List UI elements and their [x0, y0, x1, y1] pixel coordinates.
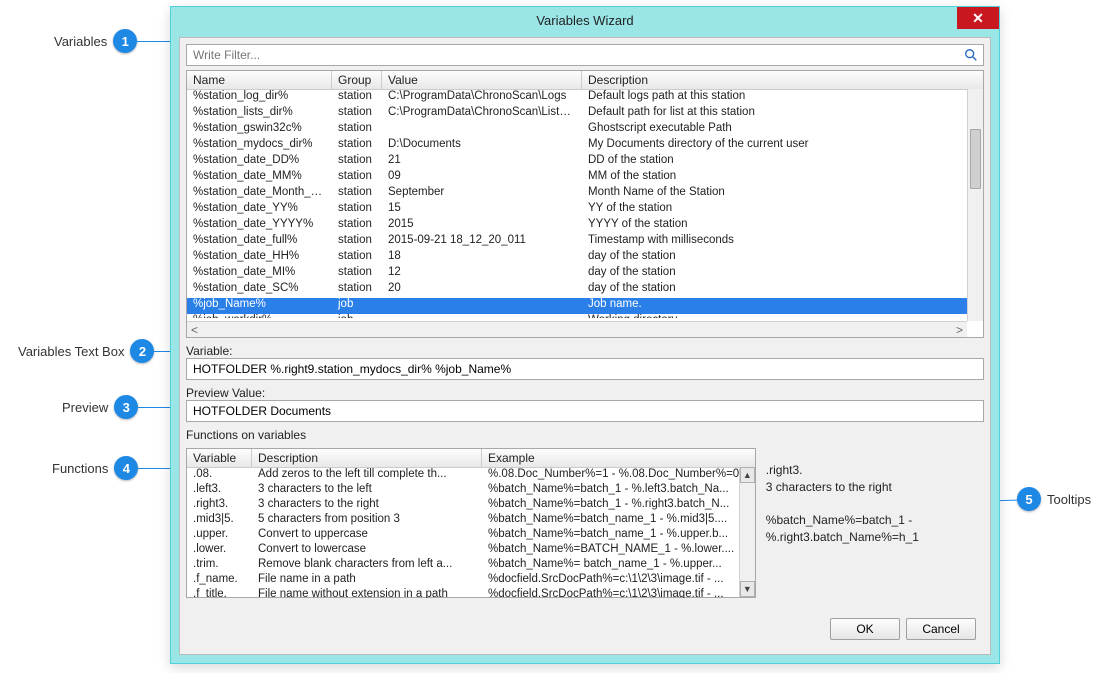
callout-textbox: Variables Text Box 2 [18, 339, 154, 363]
table-row[interactable]: .left3.3 characters to the left%batch_Na… [187, 483, 755, 498]
variable-label: Variable: [186, 344, 984, 358]
table-row[interactable]: .right3.3 characters to the right%batch_… [187, 498, 755, 513]
table-row[interactable]: .f_title.File name without extension in … [187, 588, 755, 598]
table-row[interactable]: .mid3|5.5 characters from position 3%bat… [187, 513, 755, 528]
callout-tooltips: Tooltips 5 [1017, 487, 1091, 511]
col-name[interactable]: Name [187, 71, 332, 89]
table-row[interactable]: %station_date_full%station2015-09-21 18_… [187, 234, 983, 250]
grid-body: %station_log_dir%stationC:\ProgramData\C… [187, 90, 983, 318]
tooltip-box: .right3. 3 characters to the right %batc… [766, 462, 919, 546]
functions-scrollbar[interactable]: ▲ ▼ [739, 467, 755, 597]
table-row[interactable]: %station_date_HH%station18day of the sta… [187, 250, 983, 266]
filter-box [186, 44, 984, 66]
close-button[interactable]: ✕ [957, 7, 999, 29]
table-row[interactable]: .f_name.File name in a path%docfield.Src… [187, 573, 755, 588]
scroll-down-icon[interactable]: ▼ [740, 581, 755, 597]
functions-grid[interactable]: Variable Description Example .08.Add zer… [186, 448, 756, 598]
table-row[interactable]: %station_lists_dir%stationC:\ProgramData… [187, 106, 983, 122]
functions-grid-body: .08.Add zeros to the left till complete … [187, 468, 755, 598]
tooltip-ex2: %.right3.batch_Name%=h_1 [766, 529, 919, 546]
table-row[interactable]: %station_log_dir%stationC:\ProgramData\C… [187, 90, 983, 106]
horizontal-scrollbar[interactable]: < > [187, 321, 967, 337]
col-description[interactable]: Description [582, 71, 983, 89]
tooltip-title: .right3. [766, 462, 919, 479]
callout-functions: Functions 4 [52, 456, 138, 480]
table-row[interactable]: %station_date_YYYY%station2015YYYY of th… [187, 218, 983, 234]
table-row[interactable]: %station_gswin32c%stationGhostscript exe… [187, 122, 983, 138]
table-row[interactable]: %station_date_MM%station09MM of the stat… [187, 170, 983, 186]
button-row: OK Cancel [830, 618, 976, 640]
scroll-left-icon[interactable]: < [191, 323, 198, 337]
table-row[interactable]: %job_Name%jobJob name. [187, 298, 983, 314]
table-row[interactable]: %station_date_MI%station12day of the sta… [187, 266, 983, 282]
callout-variables: Variables 1 [54, 29, 137, 53]
grid-header: Name Group Value Description [187, 71, 983, 90]
scroll-right-icon[interactable]: > [956, 323, 963, 337]
dialog-window: Variables Wizard ✕ Name Group Value Desc… [170, 6, 1000, 664]
titlebar: Variables Wizard ✕ [171, 7, 999, 33]
fcol-description[interactable]: Description [252, 449, 482, 467]
window-title: Variables Wizard [171, 13, 999, 28]
table-row[interactable]: %station_date_SC%station20day of the sta… [187, 282, 983, 298]
vertical-scrollbar[interactable] [967, 89, 983, 321]
table-row[interactable]: %job_workdir%jobWorking directory. [187, 314, 983, 318]
col-group[interactable]: Group [332, 71, 382, 89]
table-row[interactable]: %station_date_YY%station15YY of the stat… [187, 202, 983, 218]
fcol-example[interactable]: Example [482, 449, 755, 467]
ok-button[interactable]: OK [830, 618, 900, 640]
functions-grid-header: Variable Description Example [187, 449, 755, 468]
variables-grid[interactable]: Name Group Value Description %station_lo… [186, 70, 984, 338]
tooltip-desc: 3 characters to the right [766, 479, 919, 496]
table-row[interactable]: .08.Add zeros to the left till complete … [187, 468, 755, 483]
fcol-variable[interactable]: Variable [187, 449, 252, 467]
table-row[interactable]: .upper.Convert to uppercase%batch_Name%=… [187, 528, 755, 543]
callout-preview: Preview 3 [62, 395, 138, 419]
tooltip-ex1: %batch_Name%=batch_1 - [766, 512, 919, 529]
scroll-up-icon[interactable]: ▲ [740, 467, 755, 483]
cancel-button[interactable]: Cancel [906, 618, 976, 640]
preview-output [186, 400, 984, 422]
variable-input[interactable] [186, 358, 984, 380]
client-area: Name Group Value Description %station_lo… [179, 37, 991, 655]
table-row[interactable]: .trim.Remove blank characters from left … [187, 558, 755, 573]
col-value[interactable]: Value [382, 71, 582, 89]
table-row[interactable]: %station_date_Month_Na...stationSeptembe… [187, 186, 983, 202]
table-row[interactable]: %station_mydocs_dir%stationD:\DocumentsM… [187, 138, 983, 154]
table-row[interactable]: %station_date_DD%station21DD of the stat… [187, 154, 983, 170]
preview-label: Preview Value: [186, 386, 984, 400]
search-icon[interactable] [959, 48, 983, 62]
functions-title: Functions on variables [186, 428, 984, 442]
filter-input[interactable] [187, 48, 959, 62]
table-row[interactable]: .lower.Convert to lowercase%batch_Name%=… [187, 543, 755, 558]
